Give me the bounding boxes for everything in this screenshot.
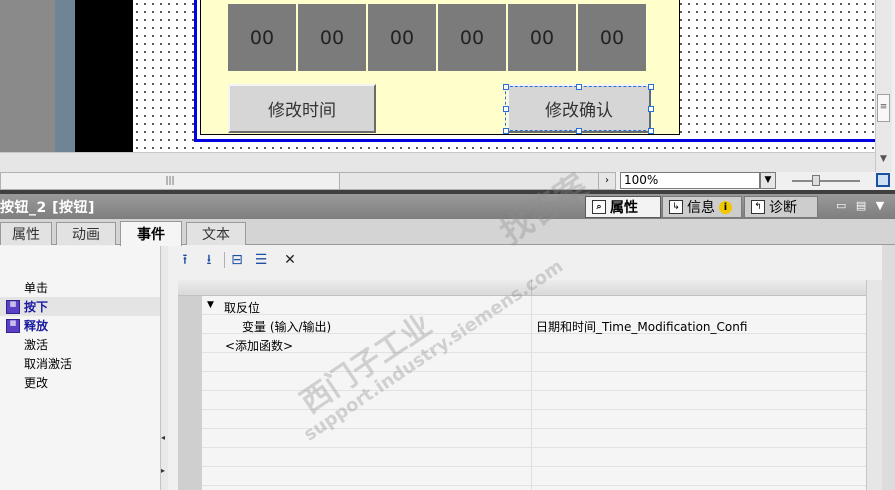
resize-handle[interactable] — [576, 84, 582, 90]
collapse-arrow-icon[interactable]: ▼ — [207, 300, 214, 310]
fit-to-window-icon[interactable] — [876, 173, 890, 187]
editor-side-panel — [0, 0, 55, 172]
event-item-press[interactable]: ▦ 按下 — [0, 297, 160, 316]
param-value[interactable]: 日期和时间_Time_Modification_Confi — [536, 318, 747, 335]
subtab-text[interactable]: 文本 — [186, 222, 246, 245]
resize-handle[interactable] — [648, 106, 654, 112]
row-header-column — [178, 296, 202, 490]
display-field-5[interactable]: 00 — [508, 4, 576, 71]
event-label: 按下 — [24, 300, 49, 314]
table-row[interactable] — [202, 334, 866, 353]
tab-info[interactable]: ↳ 信息 i — [662, 196, 742, 218]
zoom-slider-track[interactable] — [792, 180, 860, 182]
function-list-icon: ▦ — [6, 299, 20, 314]
subtab-events[interactable]: 事件 — [120, 221, 182, 246]
tab-properties-label: 属性 — [610, 200, 638, 216]
task-card-edge — [882, 245, 895, 490]
scroll-down-arrow-icon[interactable]: ▼ — [877, 154, 890, 168]
properties-icon: ⌕ — [592, 200, 606, 214]
param-name: 变量 (输入/输出) — [242, 320, 332, 334]
event-list-scrollbar[interactable] — [160, 246, 168, 490]
resize-handle[interactable] — [576, 128, 582, 134]
chevron-down-icon[interactable]: ▼ — [760, 172, 776, 189]
display-field-4[interactable]: 00 — [438, 4, 506, 71]
delete-icon[interactable]: ✕ — [281, 251, 299, 269]
subtab-animation[interactable]: 动画 — [56, 222, 116, 245]
tab-info-label: 信息 — [687, 200, 715, 216]
scroll-right-arrow-icon[interactable]: › — [598, 172, 616, 190]
event-item-deactivate[interactable]: 取消激活 — [0, 354, 160, 373]
display-field-2[interactable]: 00 — [298, 4, 366, 71]
resize-handle[interactable] — [503, 84, 509, 90]
move-down-icon[interactable]: ⭳ — [200, 251, 218, 269]
canvas-vertical-scrollbar[interactable] — [875, 0, 892, 172]
event-item-release[interactable]: ▦ 释放 — [0, 316, 160, 335]
column-divider — [531, 296, 532, 490]
splitter-handle-icon[interactable]: ▸ — [161, 466, 167, 478]
table-row[interactable] — [202, 467, 866, 486]
info-icon: i — [719, 200, 732, 214]
event-label: 激活 — [24, 338, 49, 352]
tab-diagnostics-label: 诊断 — [769, 200, 797, 216]
tab-diagnostics[interactable]: ↰ 诊断 — [744, 196, 818, 218]
window-controls-icon[interactable]: ▭ ▤ ▼ — [836, 199, 887, 212]
canvas-ruler-strip — [0, 152, 875, 172]
info-list-icon: ↳ — [669, 200, 683, 214]
event-label: 释放 — [24, 319, 49, 333]
table-row[interactable] — [202, 296, 866, 315]
display-field-6[interactable]: 00 — [578, 4, 646, 71]
event-item-click[interactable]: 单击 — [0, 278, 160, 297]
toolbar-separator — [224, 252, 225, 268]
event-label: 单击 — [24, 281, 49, 295]
add-function-row[interactable]: <添加函数> — [225, 337, 293, 354]
display-field-3[interactable]: 00 — [368, 4, 436, 71]
expand-list-icon[interactable]: ☰ — [252, 251, 270, 269]
move-up-icon[interactable]: ⭱ — [176, 251, 194, 269]
vertical-scroll-thumb[interactable]: ≡ — [877, 94, 890, 122]
event-item-activate[interactable]: 激活 — [0, 335, 160, 354]
function-name[interactable]: 取反位 — [224, 299, 260, 316]
table-row[interactable] — [202, 353, 866, 372]
table-row[interactable] — [202, 448, 866, 467]
selection-outline — [505, 86, 651, 131]
splitter-handle-icon[interactable]: ◂ — [161, 433, 167, 445]
editor-side-strip — [55, 0, 75, 172]
diagnostics-icon: ↰ — [751, 200, 765, 214]
tab-properties[interactable]: ⌕ 属性 — [585, 196, 661, 218]
resize-handle[interactable] — [503, 128, 509, 134]
resize-handle[interactable] — [503, 106, 509, 112]
inspector-title: 按钮_2 [按钮] — [0, 200, 95, 216]
resize-handle[interactable] — [648, 128, 654, 134]
function-list-icon: ▦ — [6, 318, 20, 333]
zoom-select[interactable]: 100% — [620, 172, 760, 189]
resize-handle[interactable] — [648, 84, 654, 90]
horizontal-scroll-thumb[interactable]: ||| — [0, 172, 340, 190]
modify-time-button[interactable]: 修改时间 — [228, 84, 376, 133]
table-vertical-scrollbar[interactable] — [866, 280, 882, 490]
event-item-change[interactable]: 更改 — [0, 373, 160, 392]
event-label: 取消激活 — [24, 357, 73, 371]
collapse-icon[interactable]: ⊟ — [228, 251, 246, 269]
subtab-properties[interactable]: 属性 — [0, 222, 52, 245]
editor-black-area — [75, 0, 133, 172]
display-field-1[interactable]: 00 — [228, 4, 296, 71]
zoom-slider-knob[interactable] — [812, 175, 820, 186]
event-label: 更改 — [24, 376, 49, 390]
